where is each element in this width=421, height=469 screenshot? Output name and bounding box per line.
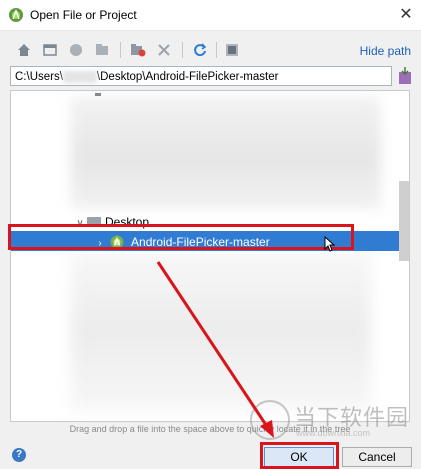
help-icon: ?	[15, 449, 23, 460]
blurred-tree-content	[71, 97, 381, 209]
path-input[interactable]: C:\Users\ \Desktop\Android-FilePicker-mas…	[10, 66, 392, 86]
android-studio-icon	[9, 8, 23, 22]
desktop-icon	[43, 44, 57, 56]
folder-icon	[87, 216, 101, 227]
delete-button[interactable]	[154, 40, 174, 60]
window-title: Open File or Project	[30, 8, 137, 22]
hide-path-link[interactable]: Hide path	[360, 44, 411, 58]
toolbar-separator	[216, 42, 217, 58]
toolbar: Hide path	[0, 36, 421, 64]
help-button[interactable]: ?	[12, 448, 26, 462]
watermark: 当下软件园 www.downxia.com	[250, 398, 410, 450]
watermark-logo-icon	[250, 400, 290, 440]
module-button[interactable]	[92, 40, 112, 60]
desktop-button[interactable]	[40, 40, 60, 60]
project-button[interactable]	[66, 40, 86, 60]
refresh-icon	[194, 43, 207, 57]
browse-history-icon[interactable]	[397, 66, 413, 86]
file-tree[interactable]: ∨ Desktop › Android-FilePicker-master	[10, 90, 410, 422]
toolbar-separator	[182, 42, 183, 58]
home-button[interactable]	[14, 40, 34, 60]
tree-expander-small	[95, 93, 101, 96]
android-project-icon	[110, 235, 124, 249]
mouse-pointer-icon	[324, 236, 336, 252]
close-button[interactable]: ✕	[391, 0, 421, 30]
path-suffix: \Desktop\Android-FilePicker-master	[96, 71, 279, 83]
module-icon	[96, 44, 108, 55]
cancel-button[interactable]: Cancel	[342, 447, 412, 467]
tree-item-desktop[interactable]: ∨ Desktop	[73, 213, 149, 231]
ok-button[interactable]: OK	[264, 447, 334, 467]
title-bar: Open File or Project ✕	[0, 0, 421, 31]
collapsed-chevron-icon[interactable]: ›	[93, 235, 107, 253]
vertical-scrollbar[interactable]	[399, 181, 409, 261]
home-icon	[18, 44, 30, 56]
project-icon	[70, 44, 82, 56]
new-folder-icon	[131, 44, 146, 57]
delete-icon	[158, 44, 170, 56]
blurred-tree-content	[71, 251, 371, 411]
refresh-button[interactable]	[190, 40, 210, 60]
watermark-url: www.downxia.com	[296, 428, 371, 438]
toolbar-separator	[120, 42, 121, 58]
tree-item-label: Android-FilePicker-master	[131, 235, 270, 249]
tree-item-label: Desktop	[105, 215, 150, 229]
show-hidden-button[interactable]	[222, 40, 242, 60]
path-redacted-username	[62, 70, 97, 83]
close-icon: ✕	[399, 6, 413, 23]
tree-item-android-filepicker[interactable]: › Android-FilePicker-master	[93, 233, 270, 253]
new-folder-button[interactable]	[128, 40, 148, 60]
path-prefix: C:\Users\	[15, 71, 63, 83]
show-hidden-icon	[226, 44, 238, 56]
